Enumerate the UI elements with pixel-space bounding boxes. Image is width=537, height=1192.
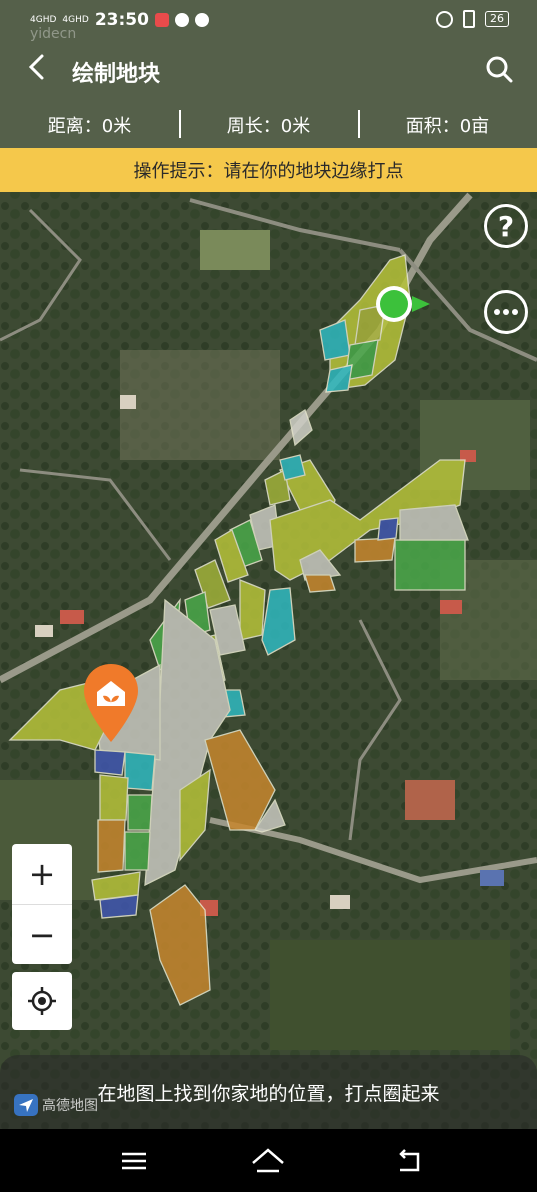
- signal-indicator-1: 4GHD: [30, 14, 57, 25]
- map-provider-logo: 高德地图: [14, 1094, 98, 1116]
- search-button[interactable]: [484, 54, 516, 86]
- current-location-marker: [376, 286, 430, 322]
- battery-indicator: 26: [485, 11, 509, 27]
- zoom-controls: + −: [12, 844, 72, 964]
- app-badge-icon: [154, 13, 169, 27]
- home-button[interactable]: [250, 1145, 290, 1177]
- locate-button[interactable]: [12, 972, 72, 1030]
- plus-icon: +: [28, 855, 56, 893]
- question-icon: ?: [497, 209, 515, 243]
- home-pin-icon[interactable]: [82, 662, 140, 744]
- menu-button[interactable]: [118, 1145, 158, 1177]
- chevron-left-icon: [28, 54, 44, 80]
- search-icon: [486, 56, 513, 83]
- more-button[interactable]: [484, 290, 528, 334]
- page-title: 绘制地块: [72, 62, 161, 87]
- system-navigation-bar: [0, 1129, 537, 1192]
- menu-icon: [122, 1152, 146, 1170]
- status-bar: 4GHD 4GHD 23:50 26: [0, 0, 537, 40]
- zoom-out-button[interactable]: −: [12, 905, 72, 964]
- notification-icon-2: [194, 13, 209, 27]
- watermark: yidecn: [30, 26, 77, 42]
- signal-indicator-2: 4GHD: [62, 14, 89, 25]
- alarm-icon: [436, 10, 453, 28]
- back-button[interactable]: [26, 52, 56, 88]
- help-button[interactable]: ?: [484, 204, 528, 248]
- home-icon: [252, 1148, 284, 1173]
- instruction-text: 在地图上找到你家地的位置，打点圈起来: [97, 1082, 440, 1105]
- vibrate-icon: [463, 10, 475, 28]
- zoom-in-button[interactable]: +: [12, 844, 72, 904]
- perimeter-metric: 周长：0米: [179, 104, 358, 146]
- back-arrow-icon: [399, 1149, 420, 1172]
- operation-hint-banner: 操作提示：请在你的地块边缘打点: [0, 148, 537, 192]
- measurement-bar: 距离：0米 周长：0米 面积：0亩: [0, 104, 537, 146]
- amap-logo-icon: [14, 1094, 38, 1116]
- bottom-instruction: 在地图上找到你家地的位置，打点圈起来: [0, 1055, 537, 1129]
- distance-metric: 距离：0米: [47, 116, 132, 137]
- area-metric: 面积：0亩: [358, 104, 537, 146]
- back-nav-button[interactable]: [394, 1145, 434, 1177]
- minus-icon: −: [28, 915, 56, 954]
- crosshair-icon: [28, 987, 56, 1015]
- clock: 23:50: [94, 10, 149, 30]
- map-provider-name: 高德地图: [42, 1098, 98, 1114]
- notification-icon: [174, 13, 189, 27]
- ellipsis-icon: [494, 309, 518, 315]
